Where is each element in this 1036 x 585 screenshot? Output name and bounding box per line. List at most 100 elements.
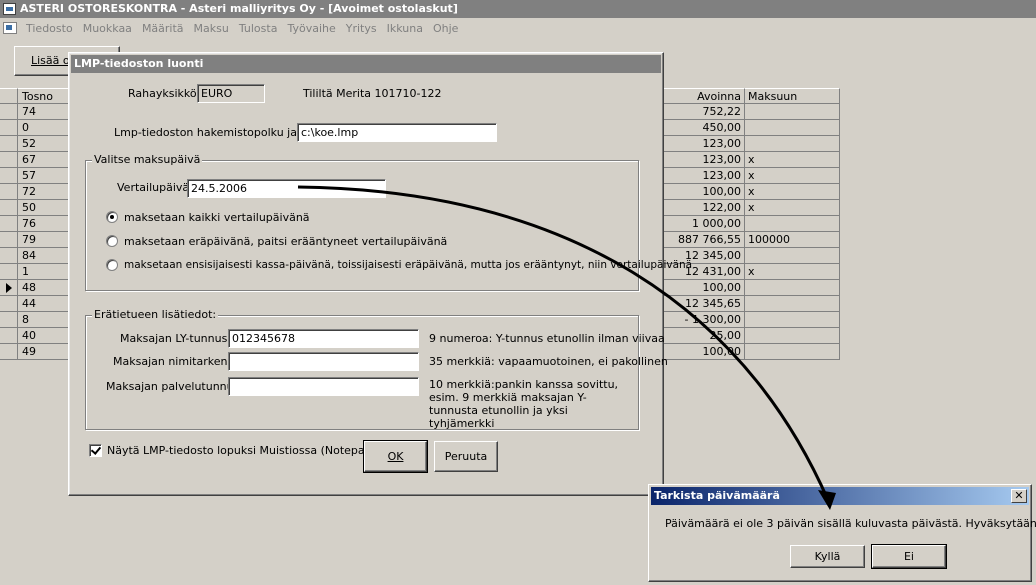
grid-cell-open[interactable]: 100,00 bbox=[664, 344, 745, 360]
grid-cell-tosno[interactable]: 57 bbox=[18, 168, 70, 184]
grid-row-selector[interactable] bbox=[0, 216, 18, 232]
notepad-checkbox-label[interactable]: Näytä LMP-tiedosto lopuksi Muistiossa (N… bbox=[107, 444, 376, 457]
grid-row-selector[interactable] bbox=[0, 312, 18, 328]
grid-header-pay[interactable]: Maksuun bbox=[745, 88, 840, 104]
grid-row-selector[interactable] bbox=[0, 104, 18, 120]
grid-cell-pay[interactable] bbox=[745, 312, 840, 328]
grid-cell-pay[interactable]: x bbox=[745, 200, 840, 216]
menu-maksu[interactable]: Maksu bbox=[189, 22, 234, 35]
grid-cell-tosno[interactable]: 40 bbox=[18, 328, 70, 344]
grid-cell-open[interactable]: 100,00 bbox=[664, 280, 745, 296]
compare-date-input[interactable]: 24.5.2006 bbox=[187, 179, 386, 198]
radio-due-date[interactable] bbox=[106, 235, 118, 247]
grid-cell-pay[interactable]: x bbox=[745, 184, 840, 200]
close-icon[interactable]: ✕ bbox=[1011, 489, 1027, 503]
menu-tiedosto[interactable]: Tiedosto bbox=[21, 22, 78, 35]
grid-cell-pay[interactable] bbox=[745, 328, 840, 344]
grid-cell-tosno[interactable]: 52 bbox=[18, 136, 70, 152]
grid-cell-tosno[interactable]: 79 bbox=[18, 232, 70, 248]
path-label: Lmp-tiedoston hakemistopolku ja nimi bbox=[114, 126, 325, 139]
grid-cell-open[interactable]: - 1 300,00 bbox=[664, 312, 745, 328]
currency-label: Rahayksikkö: bbox=[128, 87, 201, 100]
path-input[interactable]: c:\koe.lmp bbox=[297, 123, 497, 142]
ok-button[interactable]: OK bbox=[363, 440, 428, 473]
menu-tyovaihe[interactable]: Työvaihe bbox=[282, 22, 340, 35]
grid-row-selector[interactable] bbox=[0, 296, 18, 312]
grid-cell-pay[interactable] bbox=[745, 248, 840, 264]
grid-cell-tosno[interactable]: 84 bbox=[18, 248, 70, 264]
grid-cell-open[interactable]: 123,00 bbox=[664, 136, 745, 152]
grid-row-selector[interactable] bbox=[0, 232, 18, 248]
grid-cell-open[interactable]: 1 000,00 bbox=[664, 216, 745, 232]
menu-ikkuna[interactable]: Ikkuna bbox=[382, 22, 428, 35]
menu-yritys[interactable]: Yritys bbox=[341, 22, 382, 35]
grid-cell-open[interactable]: 887 766,55 bbox=[664, 232, 745, 248]
notepad-checkbox[interactable] bbox=[89, 444, 102, 457]
grid-row-selector[interactable] bbox=[0, 152, 18, 168]
menu-ohje[interactable]: Ohje bbox=[428, 22, 463, 35]
grid-cell-open[interactable]: 123,00 bbox=[664, 168, 745, 184]
grid-cell-pay[interactable] bbox=[745, 104, 840, 120]
name-input[interactable] bbox=[228, 352, 419, 371]
grid-cell-open[interactable]: 100,00 bbox=[664, 184, 745, 200]
grid-cell-tosno[interactable]: 50 bbox=[18, 200, 70, 216]
yes-button[interactable]: Kyllä bbox=[790, 545, 865, 568]
menu-maarita[interactable]: Määritä bbox=[137, 22, 189, 35]
grid-row-selector[interactable] bbox=[0, 184, 18, 200]
current-row-arrow-icon bbox=[6, 283, 12, 293]
service-input[interactable] bbox=[228, 377, 419, 396]
grid-row-selector[interactable] bbox=[0, 264, 18, 280]
grid-cell-pay[interactable]: 100000 bbox=[745, 232, 840, 248]
grid-cell-pay[interactable]: x bbox=[745, 152, 840, 168]
radio-cash-date-label[interactable]: maksetaan ensisijaisesti kassa-päivänä, … bbox=[124, 259, 692, 271]
grid-cell-open[interactable]: 122,00 bbox=[664, 200, 745, 216]
lmp-dialog-titlebar: LMP-tiedoston luonti bbox=[71, 55, 661, 73]
grid-cell-open[interactable]: 25,00 bbox=[664, 328, 745, 344]
grid-cell-pay[interactable] bbox=[745, 344, 840, 360]
check-date-dialog: Tarkista päivämäärä ✕ Päivämäärä ei ole … bbox=[648, 484, 1036, 582]
grid-cell-pay[interactable] bbox=[745, 216, 840, 232]
no-button[interactable]: Ei bbox=[871, 544, 947, 569]
grid-row-selector[interactable] bbox=[0, 120, 18, 136]
radio-all-on-compare-date[interactable] bbox=[106, 211, 118, 223]
paydate-groupbox: Valitse maksupäivä Vertailupäivä 24.5.20… bbox=[85, 153, 692, 291]
grid-row-selector[interactable] bbox=[0, 248, 18, 264]
ly-input[interactable]: 012345678 bbox=[228, 329, 419, 348]
grid-cell-pay[interactable] bbox=[745, 280, 840, 296]
grid-cell-tosno[interactable]: 74 bbox=[18, 104, 70, 120]
grid-cell-open[interactable]: 450,00 bbox=[664, 120, 745, 136]
grid-cell-pay[interactable]: x bbox=[745, 168, 840, 184]
grid-row-selector[interactable] bbox=[0, 328, 18, 344]
grid-cell-tosno[interactable]: 44 bbox=[18, 296, 70, 312]
check-date-message: Päivämäärä ei ole 3 päivän sisällä kuluv… bbox=[665, 517, 1036, 530]
menu-muokkaa[interactable]: Muokkaa bbox=[78, 22, 137, 35]
grid-cell-tosno[interactable]: 67 bbox=[18, 152, 70, 168]
grid-cell-open[interactable]: 123,00 bbox=[664, 152, 745, 168]
grid-cell-tosno[interactable]: 0 bbox=[18, 120, 70, 136]
cancel-button[interactable]: Peruuta bbox=[434, 441, 498, 472]
grid-row-selector[interactable] bbox=[0, 280, 18, 296]
grid-header-open[interactable]: Avoinna bbox=[664, 88, 745, 104]
grid-cell-pay[interactable] bbox=[745, 120, 840, 136]
grid-cell-open[interactable]: 12 345,65 bbox=[664, 296, 745, 312]
grid-cell-tosno[interactable]: 8 bbox=[18, 312, 70, 328]
grid-cell-tosno[interactable]: 1 bbox=[18, 264, 70, 280]
grid-cell-tosno[interactable]: 49 bbox=[18, 344, 70, 360]
grid-cell-pay[interactable]: x bbox=[745, 264, 840, 280]
grid-row-selector[interactable] bbox=[0, 344, 18, 360]
grid-cell-tosno[interactable]: 72 bbox=[18, 184, 70, 200]
grid-row-selector[interactable] bbox=[0, 200, 18, 216]
menu-tulosta[interactable]: Tulosta bbox=[234, 22, 283, 35]
grid-cell-tosno[interactable]: 76 bbox=[18, 216, 70, 232]
grid-cell-tosno[interactable]: 48 bbox=[18, 280, 70, 296]
grid-cell-open[interactable]: 752,22 bbox=[664, 104, 745, 120]
radio-cash-date[interactable] bbox=[106, 259, 118, 271]
grid-cell-pay[interactable] bbox=[745, 136, 840, 152]
radio-due-date-label[interactable]: maksetaan eräpäivänä, paitsi erääntyneet… bbox=[124, 235, 447, 248]
grid-row-selector[interactable] bbox=[0, 136, 18, 152]
mdi-child-window-icon[interactable] bbox=[3, 22, 17, 34]
grid-row-selector[interactable] bbox=[0, 168, 18, 184]
radio-all-on-compare-date-label[interactable]: maksetaan kaikki vertailupäivänä bbox=[124, 211, 310, 224]
grid-header-tosno[interactable]: Tosno bbox=[18, 88, 70, 104]
grid-cell-pay[interactable] bbox=[745, 296, 840, 312]
